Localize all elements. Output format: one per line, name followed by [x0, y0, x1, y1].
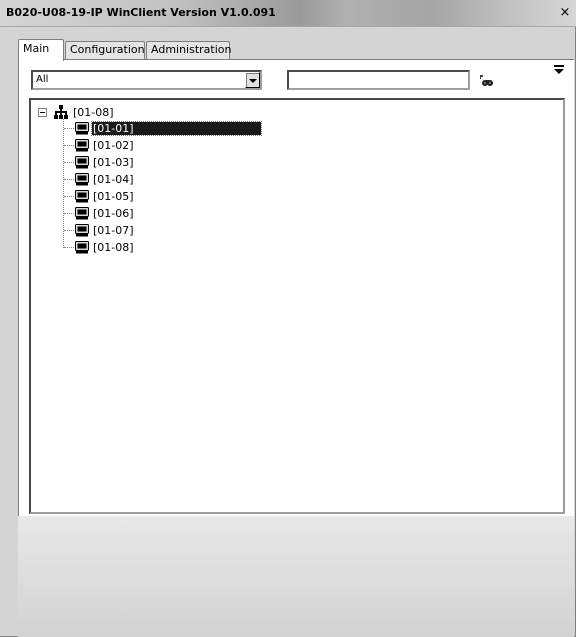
tree-node-01-08[interactable]: [01-08]	[64, 239, 294, 256]
tree-branch-line	[64, 213, 74, 214]
tree-branch-line	[64, 247, 74, 248]
computer-icon	[75, 207, 89, 220]
network-tree-icon	[54, 105, 68, 119]
computer-icon	[75, 224, 89, 237]
empty-panel-area	[18, 516, 574, 637]
window-title: B020-U08-19-IP WinClient Version V1.0.09…	[6, 6, 276, 19]
device-tree-content: [01-08] [01-01] [01-02] [01-03] [01-04] …	[31, 100, 563, 512]
tree-node-01-01[interactable]: [01-01]	[64, 120, 294, 137]
tree-node-01-05[interactable]: [01-05]	[64, 188, 294, 205]
tree-branch-line	[64, 179, 74, 180]
tab-administration[interactable]: Administration	[146, 41, 232, 59]
computer-icon	[75, 122, 89, 135]
computer-icon	[75, 241, 89, 254]
menu-arrow-icon[interactable]	[553, 64, 565, 76]
device-tree[interactable]: [01-08] [01-01] [01-02] [01-03] [01-04] …	[29, 98, 565, 514]
tree-node-label: [01-08]	[93, 241, 134, 254]
tree-node-01-03[interactable]: [01-03]	[64, 154, 294, 171]
tree-branch-line	[64, 145, 74, 146]
filter-dropdown-value: All	[36, 74, 49, 85]
binoculars-icon[interactable]	[478, 74, 494, 88]
tree-node-label: [01-06]	[93, 207, 134, 220]
tree-node-01-06[interactable]: [01-06]	[64, 205, 294, 222]
tree-node-label: [01-04]	[93, 173, 134, 186]
chevron-down-icon[interactable]	[245, 72, 260, 88]
tree-branch-line	[64, 196, 74, 197]
tree-node-label: [01-05]	[93, 190, 134, 203]
tree-node-01-07[interactable]: [01-07]	[64, 222, 294, 239]
tree-node-01-02[interactable]: [01-02]	[64, 137, 294, 154]
tree-branch-line	[64, 162, 74, 163]
main-window: B020-U08-19-IP WinClient Version V1.0.09…	[0, 0, 576, 637]
tree-node-label: [01-01]	[91, 121, 262, 136]
tree-root-label[interactable]: [01-08]	[72, 106, 115, 119]
title-bar[interactable]: B020-U08-19-IP WinClient Version V1.0.09…	[0, 0, 576, 27]
close-button[interactable]: ×	[558, 6, 572, 20]
computer-icon	[75, 139, 89, 152]
tree-node-label: [01-03]	[93, 156, 134, 169]
collapse-icon[interactable]	[38, 108, 47, 117]
computer-icon	[75, 190, 89, 203]
filter-dropdown[interactable]: All	[31, 70, 262, 90]
search-input[interactable]	[287, 70, 470, 90]
computer-icon	[75, 173, 89, 186]
tree-branch-line	[64, 230, 74, 231]
computer-icon	[75, 156, 89, 169]
tab-configuration[interactable]: Configuration	[65, 41, 145, 59]
tab-main[interactable]: Main	[18, 39, 64, 61]
tree-node-01-04[interactable]: [01-04]	[64, 171, 294, 188]
tree-node-label: [01-02]	[93, 139, 134, 152]
tree-branch-line	[64, 128, 74, 129]
tree-node-label: [01-07]	[93, 224, 134, 237]
